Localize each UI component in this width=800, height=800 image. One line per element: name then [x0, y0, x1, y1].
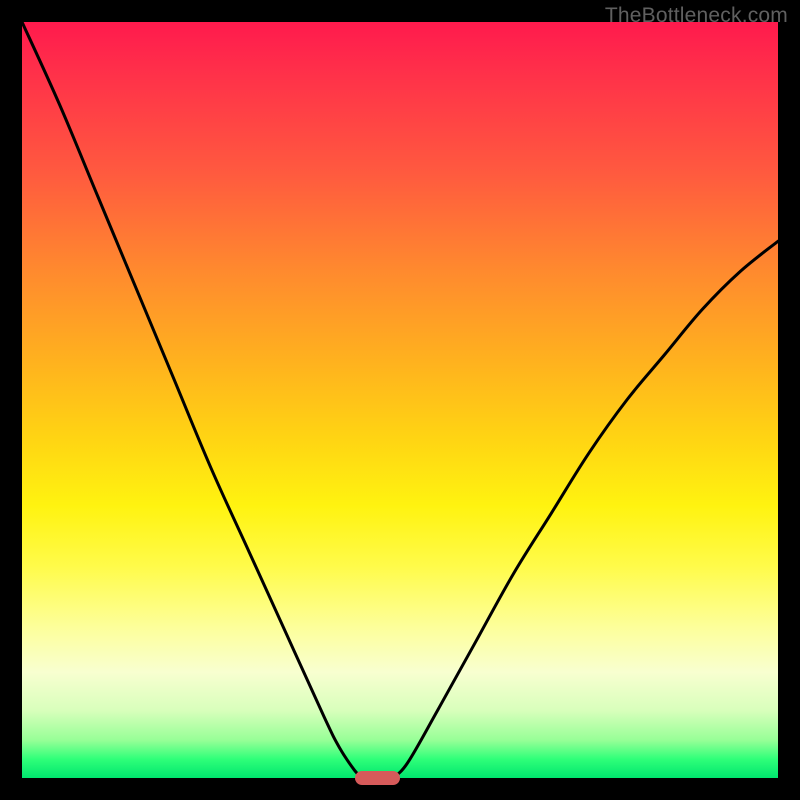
series-left-curve [22, 22, 362, 778]
optimal-marker [355, 771, 400, 785]
watermark-text: TheBottleneck.com [605, 4, 788, 28]
bottleneck-curves [22, 22, 778, 778]
chart-frame: TheBottleneck.com [0, 0, 800, 800]
series-right-curve [392, 241, 778, 778]
